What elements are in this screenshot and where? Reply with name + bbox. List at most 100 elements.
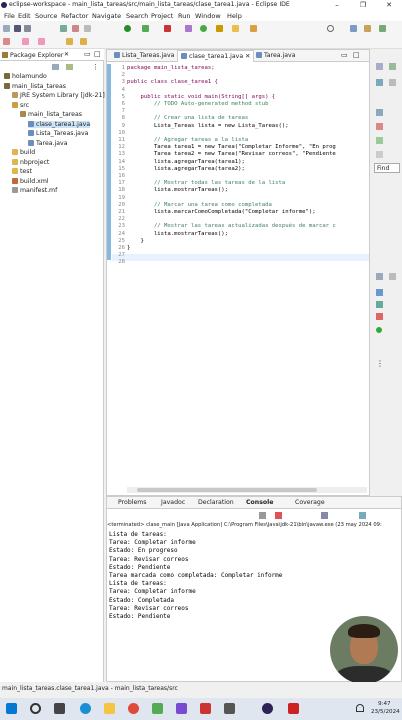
new-class-icon[interactable] <box>200 25 207 32</box>
code-line[interactable]: // Mostrar todas las tareas de la lista <box>127 180 285 186</box>
console-toolbar-icon[interactable] <box>376 273 383 280</box>
tab-tarea[interactable]: Tarea.java <box>253 50 298 62</box>
back-icon[interactable] <box>66 38 73 45</box>
maximize-editor-icon[interactable]: □ <box>353 51 360 59</box>
chrome-icon[interactable] <box>128 703 139 714</box>
close-view-icon[interactable]: ✕ <box>64 51 69 58</box>
collapse-all-icon[interactable] <box>52 64 59 70</box>
menu-run[interactable]: Run <box>178 12 190 20</box>
save-all-icon[interactable] <box>24 25 31 32</box>
run-state-icon[interactable] <box>376 327 382 333</box>
code-line[interactable]: lista.agregarTarea(tarea1); <box>127 159 245 165</box>
link-editor-icon[interactable] <box>66 64 73 70</box>
skip-icon[interactable] <box>72 25 79 32</box>
save-icon[interactable] <box>14 25 21 32</box>
tree-item[interactable]: manifest.mf <box>12 187 57 194</box>
stop-icon[interactable] <box>84 25 91 32</box>
search-toolbar-icon[interactable] <box>232 25 239 32</box>
more-icon[interactable]: ⋮ <box>376 359 384 368</box>
tree-item[interactable]: nbproject <box>12 158 49 166</box>
app2-icon[interactable] <box>176 703 187 714</box>
java-perspective-icon[interactable] <box>364 25 371 32</box>
maximize-icon[interactable]: ❐ <box>350 0 376 10</box>
tree-item[interactable]: src <box>12 101 29 109</box>
next-annotation-icon[interactable] <box>22 38 29 45</box>
tab-console[interactable]: Console <box>246 499 273 506</box>
code-line[interactable]: // Agregar tareas a la lista <box>127 137 248 143</box>
scrollbar-thumb[interactable] <box>137 488 317 492</box>
open-console-icon[interactable] <box>359 512 366 519</box>
prev-annotation-icon[interactable] <box>38 38 45 45</box>
view-toolbar-icon[interactable] <box>389 273 396 280</box>
tab-lista-tareas[interactable]: Lista_Tareas.java <box>111 50 177 62</box>
remove-icon[interactable] <box>376 313 383 320</box>
menu-help[interactable]: Help <box>227 12 242 20</box>
debug-perspective-icon[interactable] <box>379 25 386 32</box>
code-line[interactable]: lista.mostrarTareas(); <box>127 231 228 237</box>
run-icon[interactable] <box>124 25 131 32</box>
forward-icon[interactable] <box>80 38 87 45</box>
tree-item[interactable]: holamundo <box>4 73 47 80</box>
code-line[interactable]: lista.agregarTarea(tarea2); <box>127 166 245 172</box>
menu-edit[interactable]: Edit <box>18 12 31 20</box>
task-view-icon[interactable] <box>54 703 65 714</box>
app3-icon[interactable] <box>200 703 211 714</box>
skip-breakpoints-icon[interactable] <box>376 301 383 308</box>
clock-date[interactable]: 23/5/2024 <box>371 709 400 715</box>
find-box[interactable]: Find <box>374 163 400 173</box>
code-line[interactable]: lista.mostrarTareas(); <box>127 187 228 193</box>
terminate-icon[interactable] <box>275 512 282 519</box>
menu-project[interactable]: Project <box>151 12 173 20</box>
network-icon[interactable] <box>356 704 364 712</box>
maximize-view-icon[interactable]: □ <box>94 50 101 58</box>
code-line[interactable]: Tarea tarea1 = new Tarea("Completar Info… <box>127 144 336 150</box>
clear-console-icon[interactable] <box>259 512 266 519</box>
tree-item[interactable]: Lista_Tareas.java <box>28 130 88 137</box>
code-line[interactable]: // TODO Auto-generated method stub <box>127 101 269 107</box>
menu-file[interactable]: File <box>4 12 15 20</box>
task-list-icon[interactable] <box>389 63 396 70</box>
horizontal-scrollbar[interactable] <box>127 487 367 493</box>
app-icon[interactable] <box>152 703 163 714</box>
pencil-icon[interactable] <box>250 25 257 32</box>
edge-icon[interactable] <box>80 703 91 714</box>
menu-search[interactable]: Search <box>126 12 148 20</box>
search-icon[interactable] <box>327 25 334 32</box>
close-tab-icon[interactable]: ✕ <box>245 53 250 60</box>
code-line[interactable]: // Crear una lista de tareas <box>127 115 248 121</box>
eclipse-taskbar-icon[interactable] <box>262 703 273 714</box>
outline-icon[interactable] <box>376 63 383 70</box>
code-line[interactable]: package main_lista_tareas; <box>127 65 215 71</box>
tab-javadoc[interactable]: Javadoc <box>161 499 185 506</box>
hide-fields-icon[interactable] <box>376 123 383 130</box>
external-tools-icon[interactable] <box>164 25 171 32</box>
hide-static-icon[interactable] <box>376 137 383 144</box>
file-explorer-icon[interactable] <box>104 703 115 714</box>
tree-item[interactable]: clase_tarea1.java <box>28 120 91 128</box>
menu-window[interactable]: Window <box>195 12 221 20</box>
tree-item[interactable]: build <box>12 149 35 156</box>
tab-coverage[interactable]: Coverage <box>295 499 325 506</box>
breakpoint-icon[interactable] <box>376 289 383 296</box>
close-icon[interactable]: ✕ <box>376 0 402 10</box>
code-line[interactable]: Tarea tarea2 = new Tarea("Revisar correo… <box>127 151 336 157</box>
app4-icon[interactable] <box>224 703 235 714</box>
menu-navigate[interactable]: Navigate <box>92 12 121 20</box>
code-line[interactable]: // Mostrar las tareas actualizadas despu… <box>127 223 336 229</box>
tree-item[interactable]: main_lista_tareas <box>20 111 82 118</box>
code-line[interactable]: public static void main(String[] args) { <box>127 94 275 100</box>
annotation-icon[interactable] <box>3 38 10 45</box>
tree-item[interactable]: JRE System Library [jdk-21] <box>12 92 105 99</box>
taskbar-search-icon[interactable] <box>30 703 41 714</box>
code-line[interactable]: Lista_Tareas lista = new Lista_Tareas(); <box>127 123 289 129</box>
perspective-icon[interactable] <box>350 25 357 32</box>
debug-icon[interactable] <box>60 25 67 32</box>
code-line[interactable]: } <box>127 245 130 251</box>
hide-nonpublic-icon[interactable] <box>376 151 383 158</box>
menu-source[interactable]: Source <box>35 12 57 20</box>
tree-item[interactable]: main_lista_tareas <box>4 82 66 90</box>
new-java-project-icon[interactable] <box>185 25 192 32</box>
new-icon[interactable] <box>3 25 10 32</box>
code-line[interactable]: // Marcar una tarea como completada <box>127 202 272 208</box>
tree-item[interactable]: build.xml <box>12 177 49 185</box>
